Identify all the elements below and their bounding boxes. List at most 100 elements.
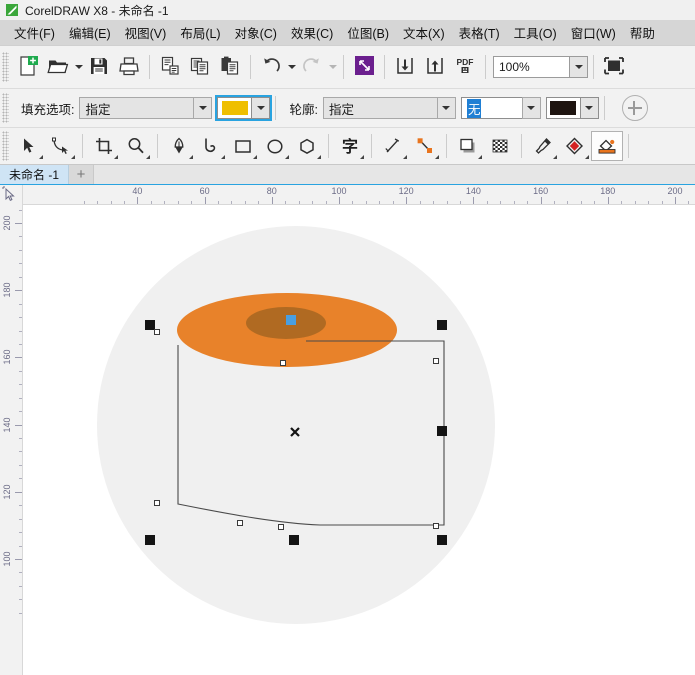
- menu-table[interactable]: 表格(T): [452, 20, 507, 45]
- menu-view[interactable]: 视图(V): [118, 20, 174, 45]
- handle-bottom-center[interactable]: [289, 535, 299, 545]
- outline-color-combo[interactable]: [546, 97, 599, 119]
- outline-style-combo[interactable]: 指定: [323, 97, 456, 119]
- handle-bottom-right[interactable]: [437, 535, 447, 545]
- handle-top-left[interactable]: [145, 320, 155, 330]
- fill-options-value[interactable]: 指定: [79, 97, 193, 119]
- menu-file[interactable]: 文件(F): [7, 20, 62, 45]
- propertybar-grip[interactable]: [2, 93, 9, 123]
- drawing-canvas[interactable]: [23, 205, 695, 675]
- tool-zoom[interactable]: [120, 131, 152, 161]
- outline-color-dropdown[interactable]: [580, 97, 599, 119]
- menu-object[interactable]: 对象(C): [228, 20, 284, 45]
- zoom-fit-button[interactable]: [599, 52, 629, 82]
- tool-interactive-fill[interactable]: [559, 131, 591, 161]
- zoom-level-input[interactable]: 100%: [493, 56, 569, 78]
- tool-polygon[interactable]: [291, 131, 323, 161]
- tool-ellipse[interactable]: [259, 131, 291, 161]
- fill-color-dropdown[interactable]: [251, 97, 270, 119]
- tool-transparency[interactable]: [484, 131, 516, 161]
- new-button[interactable]: [13, 52, 43, 82]
- menu-effects[interactable]: 效果(C): [284, 20, 340, 45]
- fill-options-dropdown[interactable]: [193, 97, 212, 119]
- fill-options-combo[interactable]: 指定: [79, 97, 212, 119]
- tool-polygon-flyout[interactable]: [317, 155, 321, 159]
- ruler-origin-icon[interactable]: [0, 185, 23, 206]
- tool-freehand-flyout[interactable]: [221, 155, 225, 159]
- menu-layout[interactable]: 布局(L): [173, 20, 227, 45]
- node-bottom-right[interactable]: [434, 524, 439, 529]
- tool-zoom-flyout[interactable]: [146, 155, 150, 159]
- outline-style-value[interactable]: 指定: [323, 97, 437, 119]
- paste-button[interactable]: [215, 52, 245, 82]
- outline-width-dropdown[interactable]: [522, 97, 541, 119]
- import-button[interactable]: [390, 52, 420, 82]
- tool-shadow-flyout[interactable]: [478, 155, 482, 159]
- tool-text[interactable]: 字: [334, 131, 366, 161]
- tool-pen-flyout[interactable]: [189, 155, 193, 159]
- outline-width-value[interactable]: 无: [461, 97, 522, 119]
- toolbox-grip[interactable]: [2, 131, 9, 161]
- plus-circle-icon[interactable]: [622, 95, 648, 121]
- tool-pen[interactable]: [163, 131, 195, 161]
- vertical-ruler[interactable]: 200180160140120100: [0, 205, 23, 675]
- menu-help[interactable]: 帮助: [623, 20, 662, 45]
- menu-edit[interactable]: 编辑(E): [62, 20, 118, 45]
- node-top-mid[interactable]: [281, 361, 286, 366]
- toolbar-grip[interactable]: [2, 52, 9, 82]
- tool-shape-flyout[interactable]: [71, 155, 75, 159]
- node-top-left[interactable]: [155, 330, 160, 335]
- tool-freehand[interactable]: [195, 131, 227, 161]
- tool-text-flyout[interactable]: [360, 155, 364, 159]
- tool-dimension[interactable]: [377, 131, 409, 161]
- zoom-level-combo[interactable]: 100%: [493, 56, 588, 78]
- open-dropdown[interactable]: [73, 52, 84, 82]
- tool-eyedropper[interactable]: [527, 131, 559, 161]
- handle-bottom-left[interactable]: [145, 535, 155, 545]
- tool-smart-fill[interactable]: [591, 131, 623, 161]
- fill-color-combo[interactable]: [217, 97, 270, 119]
- open-button[interactable]: [43, 52, 73, 82]
- tool-crop-flyout[interactable]: [114, 155, 118, 159]
- tool-rectangle-flyout[interactable]: [253, 155, 257, 159]
- tool-rectangle[interactable]: [227, 131, 259, 161]
- outline-color-swatch[interactable]: [546, 97, 580, 119]
- save-button[interactable]: [84, 52, 114, 82]
- publish-pdf-button[interactable]: PDF: [450, 52, 480, 82]
- undo-dropdown[interactable]: [286, 52, 297, 82]
- cut-button[interactable]: [155, 52, 185, 82]
- tool-pick[interactable]: [13, 131, 45, 161]
- tool-ellipse-flyout[interactable]: [285, 155, 289, 159]
- node-bottom-mid[interactable]: [279, 525, 284, 530]
- tool-pick-flyout[interactable]: [39, 155, 43, 159]
- print-button[interactable]: [114, 52, 144, 82]
- undo-button[interactable]: [256, 52, 286, 82]
- active-node-handle[interactable]: [286, 315, 296, 325]
- doc-tab-untitled-1[interactable]: 未命名 -1: [0, 165, 69, 184]
- export-button[interactable]: [420, 52, 450, 82]
- tool-connector-flyout[interactable]: [435, 155, 439, 159]
- tool-shadow[interactable]: [452, 131, 484, 161]
- node-bottom-mid-left[interactable]: [238, 521, 243, 526]
- background-circle[interactable]: [97, 226, 495, 624]
- corel-connect-button[interactable]: [349, 52, 379, 82]
- tool-connector[interactable]: [409, 131, 441, 161]
- tool-crop[interactable]: [88, 131, 120, 161]
- handle-top-right[interactable]: [437, 320, 447, 330]
- node-top-right[interactable]: [434, 359, 439, 364]
- outline-width-combo[interactable]: 无: [461, 97, 541, 119]
- tool-dimension-flyout[interactable]: [403, 155, 407, 159]
- menu-bitmaps[interactable]: 位图(B): [340, 20, 396, 45]
- tool-interactive-fill-flyout[interactable]: [585, 155, 589, 159]
- copy-button[interactable]: [185, 52, 215, 82]
- outline-style-dropdown[interactable]: [437, 97, 456, 119]
- menu-window[interactable]: 窗口(W): [564, 20, 623, 45]
- menu-text[interactable]: 文本(X): [396, 20, 452, 45]
- tool-shape[interactable]: [45, 131, 77, 161]
- add-document-tab-button[interactable]: +: [69, 165, 94, 184]
- menu-tools[interactable]: 工具(O): [507, 20, 564, 45]
- handle-middle-right[interactable]: [437, 426, 447, 436]
- fill-color-swatch[interactable]: [217, 97, 251, 119]
- tool-eyedropper-flyout[interactable]: [553, 155, 557, 159]
- node-bottom-left[interactable]: [155, 501, 160, 506]
